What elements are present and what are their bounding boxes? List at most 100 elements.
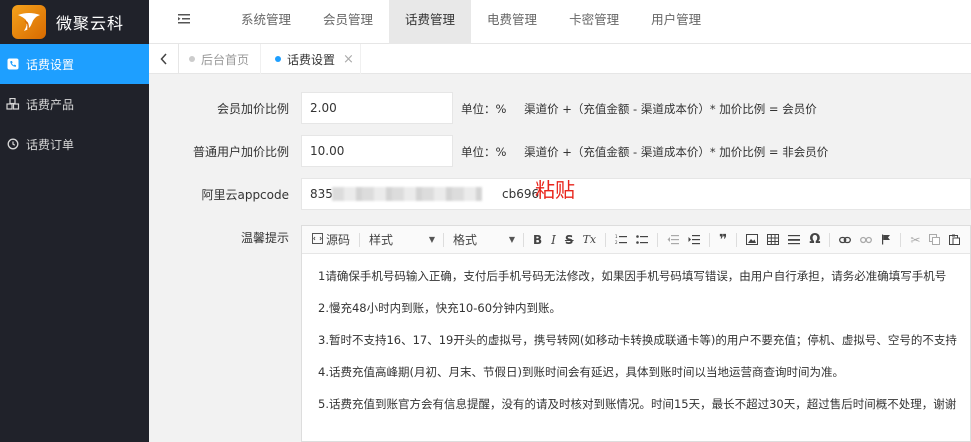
- nav-user[interactable]: 用户管理: [635, 0, 717, 44]
- close-icon[interactable]: ×: [343, 52, 354, 67]
- phone-icon: [6, 57, 20, 71]
- tab-phone-settings[interactable]: 话费设置 ×: [275, 44, 361, 74]
- style-select[interactable]: 样式 ▼: [369, 230, 435, 250]
- nav-card-key[interactable]: 卡密管理: [553, 0, 635, 44]
- page-tabs: 后台首页 话费设置 ×: [149, 44, 971, 74]
- indent-icon[interactable]: [688, 230, 701, 250]
- blockquote-button[interactable]: ❞: [719, 230, 727, 250]
- image-icon[interactable]: [746, 230, 759, 250]
- toolbar-divider: [709, 232, 711, 247]
- tab-label: 后台首页: [201, 52, 250, 67]
- toolbar-divider: [829, 232, 831, 247]
- tab-label: 话费设置: [287, 52, 336, 67]
- table-icon[interactable]: [767, 230, 780, 250]
- paste-annotation: 粘贴: [535, 178, 575, 202]
- unit-text: 单位：%: [461, 145, 507, 159]
- anchor-flag-icon[interactable]: [881, 230, 891, 250]
- format-label: 格式: [453, 233, 478, 247]
- logo-icon: [12, 5, 46, 39]
- bullet-list-icon[interactable]: [636, 230, 649, 250]
- main-content: 会员加价比例 单位：% 渠道价 +（充值金额 - 渠道成本价）* 加价比例 = …: [149, 74, 971, 442]
- sidebar-item-phone-settings[interactable]: 话费设置: [0, 44, 149, 84]
- formula-text: 渠道价 +（充值金额 - 渠道成本价）* 加价比例 = 会员价: [524, 102, 817, 116]
- member-markup-label: 会员加价比例: [216, 102, 289, 116]
- toolbar-divider: [657, 232, 659, 247]
- tip-line: 1请确保手机号码输入正确，支付后手机号码无法修改，如果因手机号码填写错误，由用户…: [318, 269, 947, 283]
- caret-down-icon: ▼: [508, 235, 516, 244]
- appcode-label: 阿里云appcode: [201, 188, 289, 202]
- source-icon: [312, 232, 323, 247]
- nav-system[interactable]: 系统管理: [225, 0, 307, 44]
- nav-member[interactable]: 会员管理: [307, 0, 389, 44]
- source-label: 源码: [326, 233, 351, 247]
- normal-markup-label: 普通用户加价比例: [192, 145, 289, 159]
- tab-dashboard[interactable]: 后台首页: [189, 44, 261, 74]
- appcode-input[interactable]: 835 cb696: [301, 178, 971, 210]
- sidebar-item-label: 话费订单: [26, 137, 75, 152]
- paste-icon[interactable]: [949, 230, 961, 250]
- strike-button[interactable]: S: [565, 230, 574, 250]
- logo-area[interactable]: 微聚云科: [0, 0, 149, 44]
- format-select[interactable]: 格式 ▼: [453, 230, 515, 250]
- tip-line: 4.话费充值高峰期(月初、月末、节假日)到账时间会有延迟，具体到账时间以当地运营…: [318, 365, 844, 379]
- horizontal-rule-icon[interactable]: [788, 230, 801, 250]
- style-label: 样式: [369, 233, 394, 247]
- tab-dot-icon: [275, 56, 281, 62]
- top-nav: 系统管理 会员管理 话费管理 电费管理 卡密管理 用户管理: [225, 0, 717, 44]
- menu-toggle-icon[interactable]: [177, 12, 197, 30]
- redacted-mask: [332, 187, 482, 201]
- appcode-row: 阿里云appcode 835 cb696 粘贴: [149, 178, 971, 212]
- clear-format-button[interactable]: Tx: [583, 230, 597, 250]
- italic-button[interactable]: I: [551, 230, 556, 250]
- bold-button[interactable]: B: [533, 230, 542, 250]
- rich-text-editor: 源码 样式 ▼ 格式 ▼ B I S Tx 12 ❞ Ω ✂ 1请确保手机号码输…: [301, 225, 971, 442]
- toolbar-divider: [443, 232, 445, 247]
- toolbar-divider: [900, 232, 902, 247]
- tab-dot-icon: [189, 56, 195, 62]
- svg-text:1: 1: [615, 234, 618, 239]
- link-icon[interactable]: [839, 230, 852, 250]
- editor-content[interactable]: 1请确保手机号码输入正确，支付后手机号码无法修改，如果因手机号码填写错误，由用户…: [302, 254, 970, 441]
- tip-line: 2.慢充48小时内到账，快充10-60分钟内到账。: [318, 301, 562, 315]
- top-header: 微聚云科 系统管理 会员管理 话费管理 电费管理 卡密管理 用户管理: [0, 0, 971, 44]
- ordered-list-icon[interactable]: 12: [615, 230, 628, 250]
- member-markup-row: 会员加价比例 单位：% 渠道价 +（充值金额 - 渠道成本价）* 加价比例 = …: [149, 92, 971, 126]
- sidebar-item-phone-orders[interactable]: 话费订单: [0, 124, 149, 164]
- nav-phone-bill[interactable]: 话费管理: [389, 0, 472, 44]
- member-markup-input[interactable]: [301, 92, 453, 124]
- member-markup-hint: 单位：% 渠道价 +（充值金额 - 渠道成本价）* 加价比例 = 会员价: [461, 92, 817, 126]
- app-root: 微聚云科 系统管理 会员管理 话费管理 电费管理 卡密管理 用户管理 话费设置: [0, 0, 971, 442]
- tips-label: 温馨提示: [240, 231, 289, 245]
- sidebar: 话费设置 话费产品 话费订单: [0, 44, 149, 442]
- clock-icon: [6, 137, 20, 151]
- tip-line: 5.话费充值到账官方会有信息提醒，没有的请及时核对到账情况。时间15天，最长不超…: [318, 397, 957, 411]
- normal-markup-hint: 单位：% 渠道价 +（充值金额 - 渠道成本价）* 加价比例 = 非会员价: [461, 135, 828, 169]
- app-title: 微聚云科: [56, 14, 125, 33]
- sidebar-item-label: 话费设置: [26, 57, 75, 72]
- chevron-left-icon[interactable]: [149, 44, 179, 74]
- cubes-icon: [6, 97, 20, 111]
- svg-text:2: 2: [615, 240, 618, 245]
- outdent-icon[interactable]: [667, 230, 680, 250]
- unlink-icon[interactable]: [860, 230, 873, 250]
- appcode-prefix: 835: [310, 187, 333, 201]
- toolbar-divider: [523, 232, 525, 247]
- unit-text: 单位：%: [461, 102, 507, 116]
- appcode-suffix: cb696: [502, 187, 540, 201]
- sidebar-item-label: 话费产品: [26, 97, 75, 112]
- special-char-button[interactable]: Ω: [809, 230, 820, 250]
- caret-down-icon: ▼: [428, 235, 436, 244]
- toolbar-divider: [736, 232, 738, 247]
- toolbar-divider: [605, 232, 607, 247]
- cut-icon[interactable]: ✂: [910, 230, 920, 250]
- normal-markup-input[interactable]: [301, 135, 453, 167]
- toolbar-divider: [359, 232, 361, 247]
- copy-icon[interactable]: [929, 230, 941, 250]
- sidebar-item-phone-products[interactable]: 话费产品: [0, 84, 149, 124]
- nav-electric-bill[interactable]: 电费管理: [471, 0, 553, 44]
- formula-text: 渠道价 +（充值金额 - 渠道成本价）* 加价比例 = 非会员价: [524, 145, 829, 159]
- source-button[interactable]: 源码: [312, 230, 350, 250]
- editor-toolbar: 源码 样式 ▼ 格式 ▼ B I S Tx 12 ❞ Ω ✂: [302, 226, 970, 254]
- tip-line: 3.暂时不支持16、17、19开头的虚拟号，携号转网(如移动卡转换成联通卡等)的…: [318, 333, 957, 347]
- normal-markup-row: 普通用户加价比例 单位：% 渠道价 +（充值金额 - 渠道成本价）* 加价比例 …: [149, 135, 971, 169]
